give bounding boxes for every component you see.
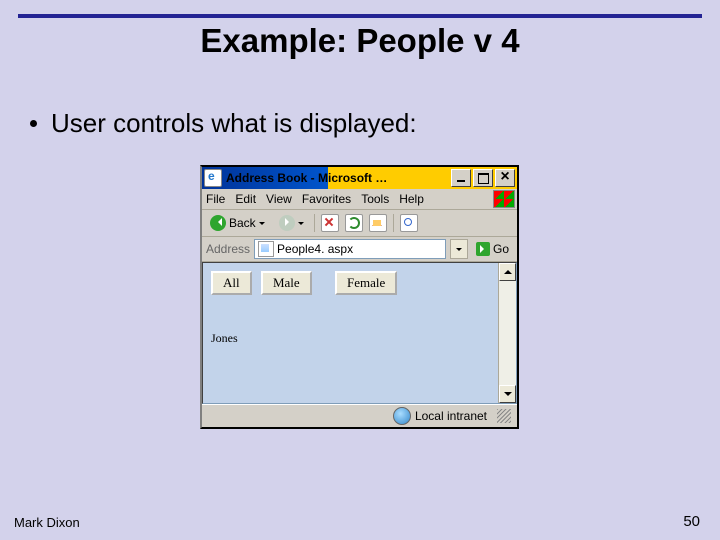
ie-icon: [204, 169, 222, 187]
home-icon[interactable]: [369, 214, 387, 232]
address-dropdown[interactable]: [450, 239, 468, 259]
filter-female-button[interactable]: Female: [335, 271, 397, 295]
separator: [393, 214, 394, 232]
filter-all-button[interactable]: All: [211, 271, 252, 295]
chevron-down-icon: [259, 222, 265, 228]
stop-icon[interactable]: [321, 214, 339, 232]
menu-file[interactable]: File: [206, 192, 225, 206]
menubar: File Edit View Favorites Tools Help: [202, 189, 517, 210]
close-button[interactable]: [495, 169, 515, 187]
bullet-text: User controls what is displayed:: [51, 108, 417, 138]
bullet-dot: [30, 120, 37, 127]
scrollbar[interactable]: [498, 263, 516, 403]
menu-tools[interactable]: Tools: [361, 192, 389, 206]
address-input[interactable]: People4. aspx: [254, 239, 446, 259]
refresh-icon[interactable]: [345, 214, 363, 232]
windows-logo-icon: [493, 190, 515, 208]
titlebar[interactable]: Address Book - Microsoft …: [202, 167, 517, 189]
back-icon: [210, 215, 226, 231]
search-icon[interactable]: [400, 214, 418, 232]
separator: [314, 214, 315, 232]
go-icon: [476, 242, 490, 256]
status-bar: Local intranet: [202, 404, 517, 427]
address-bar: Address People4. aspx Go: [202, 237, 517, 262]
go-button[interactable]: Go: [472, 242, 513, 256]
scroll-track[interactable]: [499, 281, 516, 385]
slide-title: Example: People v 4: [0, 22, 720, 60]
result-row: Jones: [211, 331, 490, 346]
maximize-button[interactable]: [473, 169, 493, 187]
window-title: Address Book - Microsoft …: [226, 171, 451, 185]
chevron-down-icon: [298, 222, 304, 228]
resize-grip[interactable]: [497, 409, 511, 423]
security-zone: Local intranet: [393, 407, 487, 425]
slide-number: 50: [683, 513, 700, 530]
toolbar: Back: [202, 210, 517, 237]
back-label: Back: [229, 216, 256, 230]
forward-button[interactable]: [275, 213, 308, 233]
slide-bullet: User controls what is displayed:: [30, 108, 417, 139]
globe-icon: [393, 407, 411, 425]
menu-edit[interactable]: Edit: [235, 192, 256, 206]
browser-window: Address Book - Microsoft … File Edit Vie…: [200, 165, 519, 429]
zone-label: Local intranet: [415, 409, 487, 423]
back-button[interactable]: Back: [206, 213, 269, 233]
menu-view[interactable]: View: [266, 192, 292, 206]
filter-male-button[interactable]: Male: [261, 271, 312, 295]
scroll-down-button[interactable]: [499, 385, 516, 403]
slide-author: Mark Dixon: [14, 515, 80, 530]
menu-help[interactable]: Help: [399, 192, 424, 206]
address-value: People4. aspx: [277, 242, 353, 256]
address-label: Address: [206, 242, 250, 256]
minimize-button[interactable]: [451, 169, 471, 187]
chevron-down-icon: [456, 248, 462, 254]
scroll-up-button[interactable]: [499, 263, 516, 281]
content-area: All Male Female Jones: [202, 262, 517, 404]
go-label: Go: [493, 242, 509, 256]
menu-favorites[interactable]: Favorites: [302, 192, 351, 206]
forward-icon: [279, 215, 295, 231]
page-icon: [258, 241, 274, 257]
title-rule: [18, 14, 702, 18]
